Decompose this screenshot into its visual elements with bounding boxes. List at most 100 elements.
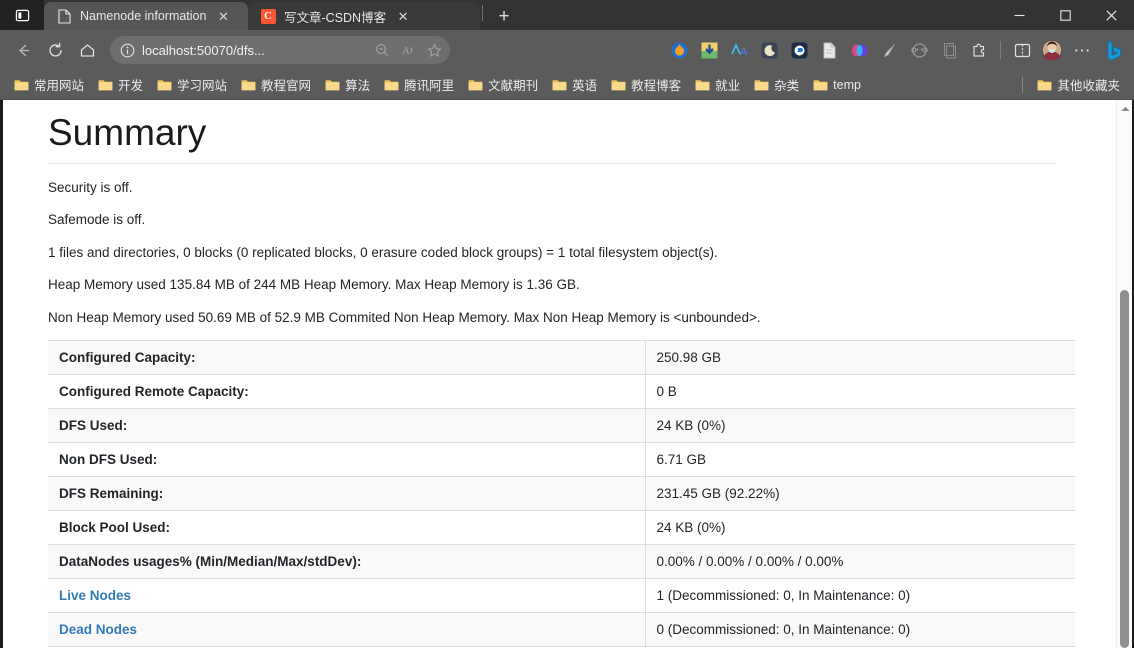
- browser-extension-copy[interactable]: [935, 36, 963, 64]
- bookmarks-divider: [1022, 76, 1024, 93]
- non-heap-memory-text: Non Heap Memory used 50.69 MB of 52.9 MB…: [48, 309, 761, 325]
- table-row: Block Pool Used: 24 KB (0%): [48, 510, 1075, 546]
- browser-extension-pen[interactable]: [875, 36, 903, 64]
- close-button[interactable]: [1088, 0, 1134, 30]
- browser-extension-moon[interactable]: [755, 36, 783, 64]
- bookmark-label: 教程博客: [631, 79, 682, 93]
- browser-extension-blue-badge[interactable]: [785, 36, 813, 64]
- table-row-dead-nodes: Dead Nodes 0 (Decommissioned: 0, In Main…: [48, 612, 1075, 648]
- page-scrollbar[interactable]: [1116, 100, 1132, 648]
- folder-icon: [384, 78, 399, 91]
- bookmark-other-favorites[interactable]: 其他收藏夹: [1031, 72, 1126, 97]
- bookmark-label: 开发: [118, 79, 144, 93]
- folder-icon: [1037, 78, 1052, 91]
- home-button[interactable]: [72, 35, 102, 65]
- bookmark-item-9[interactable]: 就业: [689, 72, 746, 97]
- dead-nodes-link[interactable]: Dead Nodes: [59, 622, 137, 637]
- address-bar-url[interactable]: localhost:50070/dfs...: [142, 43, 366, 58]
- bing-copilot-icon[interactable]: [1098, 36, 1126, 64]
- read-aloud-icon[interactable]: A: [398, 40, 418, 60]
- bookmark-item-0[interactable]: 常用网站: [8, 72, 90, 97]
- title-bar: Namenode information ✕ C 写文章-CSDN博客 ✕ +: [0, 0, 1134, 30]
- bookmark-item-11[interactable]: temp: [807, 75, 867, 95]
- reload-button[interactable]: [40, 35, 70, 65]
- table-cell-key: Block Pool Used:: [48, 510, 646, 546]
- table-cell-key: Live Nodes: [48, 578, 646, 614]
- document-icon: [56, 8, 72, 24]
- browser-extension-flame[interactable]: [665, 36, 693, 64]
- new-tab-button[interactable]: +: [489, 2, 519, 30]
- table-cell-value: 6.71 GB: [645, 442, 1075, 478]
- tab-strip: Namenode information ✕ C 写文章-CSDN博客 ✕ +: [44, 0, 519, 30]
- table-cell-value: 1 (Decommissioned: 0, In Maintenance: 0): [645, 578, 1075, 614]
- bookmark-label: temp: [833, 77, 861, 92]
- table-row: Configured Remote Capacity: 0 B: [48, 374, 1075, 410]
- table-cell-key: DFS Used:: [48, 408, 646, 444]
- table-cell-key: DFS Remaining:: [48, 476, 646, 512]
- bookmarks-bar: 常用网站 开发 学习网站 教程官网 算法 腾讯阿里 文献期刊 英语 教程博客 就…: [0, 70, 1134, 100]
- tab-actions-icon: [15, 9, 29, 21]
- bookmark-label: 文献期刊: [488, 79, 539, 93]
- table-cell-key: DataNodes usages% (Min/Median/Max/stdDev…: [48, 544, 646, 580]
- scroll-up-button[interactable]: [1117, 102, 1133, 116]
- minimize-button[interactable]: [996, 0, 1042, 30]
- bookmark-item-7[interactable]: 英语: [546, 72, 603, 97]
- bookmark-item-3[interactable]: 教程官网: [235, 72, 317, 97]
- folder-icon: [468, 78, 483, 91]
- browser-extension-translator[interactable]: A: [725, 36, 753, 64]
- toolbar-divider: [1000, 41, 1001, 59]
- add-favorite-icon[interactable]: [424, 40, 444, 60]
- bookmark-item-5[interactable]: 腾讯阿里: [378, 72, 460, 97]
- tab-namenode-information[interactable]: Namenode information ✕: [44, 2, 248, 30]
- svg-text:A: A: [740, 46, 748, 58]
- maximize-button[interactable]: [1042, 0, 1088, 30]
- bookmark-item-8[interactable]: 教程博客: [605, 72, 687, 97]
- bookmark-label: 杂类: [774, 79, 800, 93]
- browser-toolbar: localhost:50070/dfs... A A ⋯: [0, 30, 1134, 70]
- scrollbar-thumb[interactable]: [1120, 290, 1129, 648]
- bookmark-label: 就业: [715, 79, 741, 93]
- address-bar[interactable]: localhost:50070/dfs... A: [110, 36, 450, 64]
- tab-close-button[interactable]: ✕: [214, 7, 232, 25]
- extensions-area: A ⋯: [665, 36, 1126, 64]
- site-info-icon[interactable]: [118, 41, 136, 59]
- tab-actions-button[interactable]: [0, 0, 44, 30]
- table-row: DFS Used: 24 KB (0%): [48, 408, 1075, 444]
- bookmark-item-6[interactable]: 文献期刊: [462, 72, 544, 97]
- refresh-icon: [48, 42, 62, 57]
- bookmark-item-10[interactable]: 杂类: [748, 72, 805, 97]
- tab-divider: [482, 4, 483, 21]
- table-cell-key: Configured Capacity:: [48, 340, 646, 376]
- table-cell-key: Configured Remote Capacity:: [48, 374, 646, 410]
- bookmark-item-1[interactable]: 开发: [92, 72, 149, 97]
- browser-extension-monkey[interactable]: [905, 36, 933, 64]
- browser-extension-download-manager[interactable]: [695, 36, 723, 64]
- bookmark-item-2[interactable]: 学习网站: [151, 72, 233, 97]
- title-divider: [48, 162, 1056, 164]
- live-nodes-link[interactable]: Live Nodes: [59, 588, 131, 603]
- settings-and-more-button[interactable]: ⋯: [1068, 36, 1096, 64]
- bookmark-label: 常用网站: [34, 79, 85, 93]
- profile-avatar[interactable]: [1038, 36, 1066, 64]
- zoom-out-icon[interactable]: [372, 40, 392, 60]
- bookmark-label: 教程官网: [261, 79, 312, 93]
- page-viewport: Summary Security is off. Safemode is off…: [0, 100, 1134, 648]
- table-row: DataNodes usages% (Min/Median/Max/stdDev…: [48, 544, 1075, 580]
- folder-icon: [325, 78, 340, 91]
- bookmark-label: 学习网站: [177, 79, 228, 93]
- table-row-live-nodes: Live Nodes 1 (Decommissioned: 0, In Main…: [48, 578, 1075, 614]
- bookmark-label: 算法: [345, 79, 371, 93]
- bookmark-label: 腾讯阿里: [404, 79, 455, 93]
- folder-icon: [14, 78, 29, 91]
- browser-extensions-puzzle[interactable]: [965, 36, 993, 64]
- split-screen-button[interactable]: [1008, 36, 1036, 64]
- window-controls: [996, 0, 1134, 30]
- chevron-up-icon: [1121, 106, 1129, 111]
- browser-extension-document[interactable]: [815, 36, 843, 64]
- back-button[interactable]: [8, 35, 38, 65]
- tab-close-button[interactable]: ✕: [394, 7, 412, 25]
- tab-csdn-blog[interactable]: C 写文章-CSDN博客 ✕: [248, 2, 480, 30]
- bookmark-item-4[interactable]: 算法: [319, 72, 376, 97]
- browser-extension-brain[interactable]: [845, 36, 873, 64]
- table-cell-value: 24 KB (0%): [645, 510, 1075, 546]
